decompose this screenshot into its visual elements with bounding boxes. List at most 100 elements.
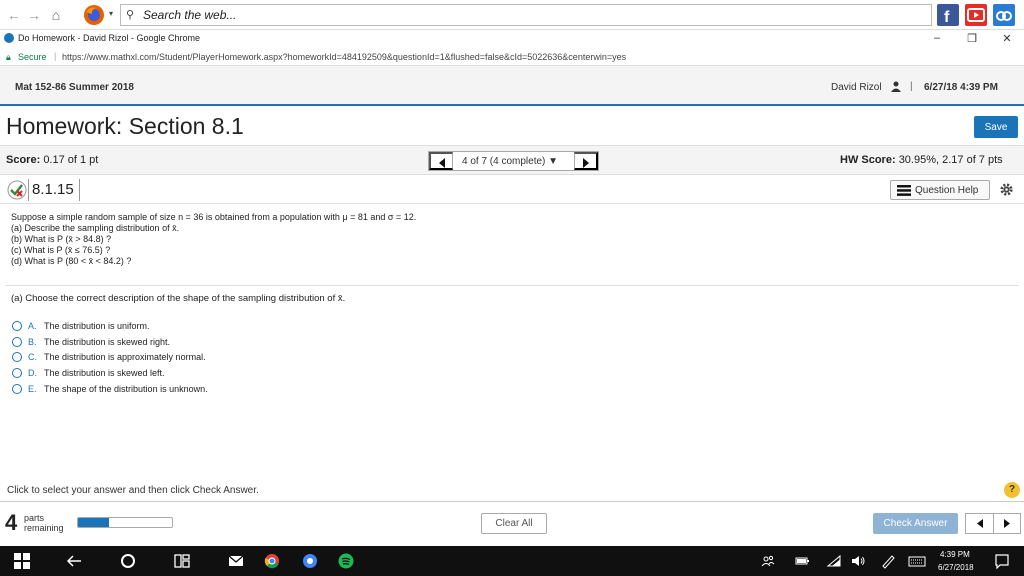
triangle-right-icon <box>583 158 589 168</box>
user-name[interactable]: David Rizol <box>831 82 882 93</box>
taskbar-time[interactable]: 4:39 PM <box>940 550 970 559</box>
chrome-profile-icon[interactable] <box>302 553 318 569</box>
problem-line: (c) What is P (x̄ ≤ 76.5) ? <box>11 245 111 255</box>
answer-option-b[interactable]: B. The distribution is skewed right. <box>12 336 412 350</box>
back-arrow-icon[interactable]: ← <box>6 7 22 23</box>
battery-icon[interactable] <box>794 553 810 569</box>
radio-button[interactable] <box>12 321 22 331</box>
hw-score-label: HW Score: <box>840 154 896 166</box>
footer-divider <box>0 501 1024 502</box>
gear-icon[interactable] <box>999 182 1014 197</box>
notifications-icon[interactable] <box>994 553 1010 569</box>
question-id-divider-right <box>79 179 80 201</box>
score-value: 0.17 of 1 pt <box>43 154 99 166</box>
dropdown-caret-icon[interactable]: ▾ <box>109 9 113 18</box>
cortana-icon[interactable] <box>120 553 136 569</box>
course-header: Mat 152-86 Summer 2018 David Rizol | 6/2… <box>0 66 1024 106</box>
svg-text:f: f <box>944 9 950 26</box>
next-question-button[interactable] <box>574 152 598 170</box>
task-view-icon[interactable] <box>174 553 190 569</box>
divider <box>6 285 1018 286</box>
pearson-icon <box>4 33 14 43</box>
option-letter: C. <box>28 352 37 362</box>
clear-all-button[interactable]: Clear All <box>481 513 547 534</box>
answer-option-a[interactable]: A. The distribution is uniform. <box>12 320 412 334</box>
spotify-icon[interactable] <box>338 553 354 569</box>
windows-start-icon[interactable] <box>14 553 30 569</box>
option-text: The distribution is skewed right. <box>44 337 171 347</box>
back-arrow-icon[interactable] <box>66 553 82 569</box>
parts-label-line: parts <box>24 513 45 523</box>
problem-line: (a) Describe the sampling distribution o… <box>11 223 180 233</box>
keyboard-icon[interactable] <box>908 553 926 569</box>
answer-option-d[interactable]: D. The distribution is skewed left. <box>12 367 412 381</box>
option-text: The distribution is uniform. <box>44 321 150 331</box>
save-button[interactable]: Save <box>974 116 1018 138</box>
option-letter: B. <box>28 337 37 347</box>
triangle-right-icon <box>1004 519 1010 528</box>
firefox-icon[interactable] <box>82 4 106 26</box>
radio-button[interactable] <box>12 368 22 378</box>
address-separator: | <box>54 51 57 61</box>
answer-option-c[interactable]: C. The distribution is approximately nor… <box>12 351 412 365</box>
score-row: Score: 0.17 of 1 pt 4 of 7 (4 complete) … <box>0 145 1024 175</box>
close-icon[interactable]: ✕ <box>1000 32 1014 45</box>
window-titlebar: Do Homework - David Rizol - Google Chrom… <box>0 30 1024 48</box>
hw-score-display: HW Score: 30.95%, 2.17 of 7 pts <box>840 154 1003 166</box>
browser-toolbar: ← → ⌂ ▾ ⚲ Search the web... f <box>0 0 1024 30</box>
wifi-icon[interactable] <box>826 553 842 569</box>
taskbar: 4:39 PM 6/27/2018 <box>0 546 1024 576</box>
youtube-icon[interactable] <box>965 4 987 26</box>
problem-statement: Suppose a simple random sample of size n… <box>11 212 1011 267</box>
address-bar[interactable]: 🔒︎ Secure | https://www.mathxl.com/Stude… <box>0 48 1024 66</box>
problem-line: Suppose a simple random sample of size n… <box>11 212 417 222</box>
web-search-box[interactable]: ⚲ Search the web... <box>120 4 932 26</box>
option-text: The distribution is skewed left. <box>44 368 165 378</box>
search-icon: ⚲ <box>126 9 135 21</box>
triangle-left-icon <box>439 158 445 168</box>
radio-button[interactable] <box>12 337 22 347</box>
question-header: 8.1.15 Question Help <box>0 176 1024 204</box>
mail-icon[interactable] <box>228 553 244 569</box>
radio-button[interactable] <box>12 352 22 362</box>
help-icon[interactable]: ? <box>1004 482 1020 498</box>
question-id-divider <box>28 179 29 201</box>
parts-remaining-label: parts remaining <box>24 513 64 533</box>
facebook-icon[interactable]: f <box>937 4 959 26</box>
minimize-icon[interactable]: – <box>930 32 944 44</box>
question-position[interactable]: 4 of 7 (4 complete) ▼ <box>462 156 558 167</box>
question-help-button[interactable]: Question Help <box>890 180 990 200</box>
parts-label-line: remaining <box>24 523 64 533</box>
home-icon[interactable]: ⌂ <box>48 7 64 23</box>
question-help-label: Question Help <box>915 185 979 196</box>
question-id: 8.1.15 <box>32 181 74 198</box>
restore-icon[interactable]: ❐ <box>965 32 979 45</box>
taskbar-date[interactable]: 6/27/2018 <box>938 563 974 572</box>
chrome-icon[interactable] <box>264 553 280 569</box>
people-icon[interactable] <box>760 553 776 569</box>
url-text[interactable]: https://www.mathxl.com/Student/PlayerHom… <box>62 52 626 62</box>
check-answer-button[interactable]: Check Answer <box>873 513 958 534</box>
problem-line: (b) What is P (x̄ > 84.8) ? <box>11 234 112 244</box>
window-title: Do Homework - David Rizol - Google Chrom… <box>18 33 201 43</box>
instruction-text: Click to select your answer and then cli… <box>7 485 259 496</box>
pen-icon[interactable] <box>880 553 896 569</box>
part-prompt: (a) Choose the correct description of th… <box>11 293 346 304</box>
partial-credit-icon <box>6 180 28 200</box>
user-icon[interactable] <box>891 81 901 92</box>
volume-icon[interactable] <box>850 553 866 569</box>
lock-icon: 🔒︎ <box>6 52 11 62</box>
next-question-footer-button[interactable] <box>994 514 1020 533</box>
score-label: Score: <box>6 154 41 166</box>
score-display: Score: 0.17 of 1 pt <box>6 154 98 166</box>
forward-arrow-icon[interactable]: → <box>26 7 42 23</box>
header-datetime: 6/27/18 4:39 PM <box>924 82 998 93</box>
photos-icon[interactable] <box>993 4 1015 26</box>
option-letter: D. <box>28 368 37 378</box>
secure-label: Secure <box>18 52 47 62</box>
previous-question-button[interactable] <box>429 152 453 170</box>
answer-option-e[interactable]: E. The shape of the distribution is unkn… <box>12 383 412 397</box>
prev-question-footer-button[interactable] <box>966 514 994 533</box>
radio-button[interactable] <box>12 384 22 394</box>
triangle-left-icon <box>977 519 983 528</box>
